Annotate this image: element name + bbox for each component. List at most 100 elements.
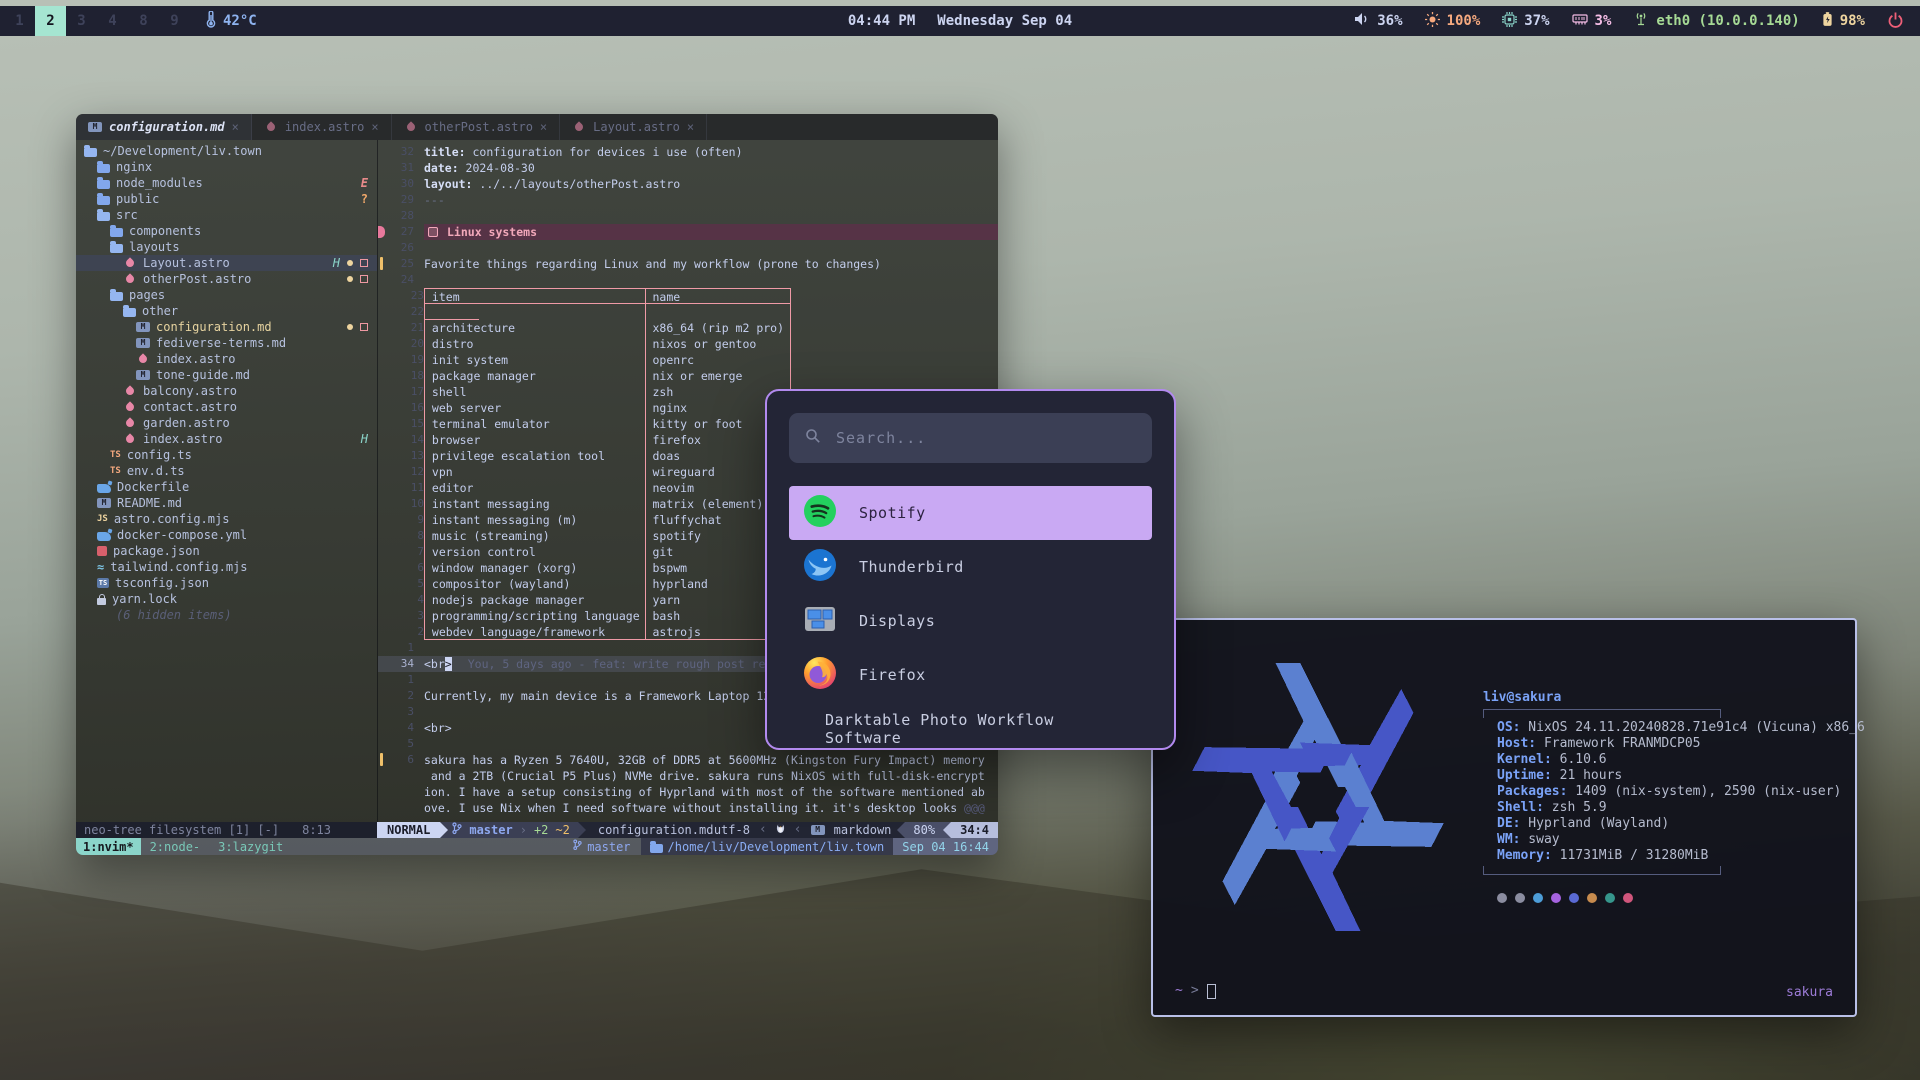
encoding: utf-8 [714,822,750,838]
launcher-item[interactable]: Thunderbird [789,540,1152,594]
close-icon[interactable]: × [232,119,239,135]
folder-icon [110,228,123,237]
launcher-item[interactable]: Darktable Photo Workflow Software [789,702,1152,750]
launcher-item-label: Displays [859,612,935,630]
workspace-button[interactable]: 1 [4,6,35,36]
tree-item[interactable]: TStsconfig.json [76,575,377,591]
tree-item[interactable]: layouts [76,239,377,255]
close-icon[interactable]: × [371,119,378,135]
gutter-sign [388,304,398,320]
badge-sq [360,275,368,283]
frontmatter-value: 2024-08-30 [459,161,535,175]
line-number: 7 [398,544,424,560]
tree-item-name: layouts [129,239,180,255]
tree-item[interactable]: yarn.lock [76,591,377,607]
launcher-search[interactable] [789,413,1152,463]
editor-tab[interactable]: Mconfiguration.md× [76,114,252,140]
tree-item[interactable]: ~/Development/liv.town [76,143,377,159]
tree-item[interactable]: garden.astro [76,415,377,431]
text-cursor: > [445,657,452,671]
astro-file-icon [124,385,135,396]
tree-item[interactable]: Dockerfile [76,479,377,495]
close-icon[interactable]: × [687,119,694,135]
tree-item[interactable]: index.astroH [76,431,377,447]
fetch-info-label: Host: [1497,736,1536,751]
clock[interactable]: 04:44 PM Wednesday Sep 04 [848,13,1072,29]
tree-item[interactable]: otherPost.astro [76,271,377,287]
workspace-button[interactable]: 9 [159,6,190,36]
close-icon[interactable]: × [540,119,547,135]
temperature-module[interactable]: 42°C [206,11,257,32]
memory-module[interactable]: 3% [1572,13,1612,30]
git-blame-annotation: You, 5 days ago - feat: write rough post… [468,657,766,671]
workspace-button[interactable]: 4 [97,6,128,36]
tree-item[interactable]: nginx [76,159,377,175]
terminal-fetch-window[interactable]: liv@sakura OS: NixOS 24.11.20240828.71e9… [1151,618,1857,1017]
table-cell-name: nixos or gentoo [646,336,791,352]
tree-item[interactable]: src [76,207,377,223]
tree-item[interactable]: MREADME.md [76,495,377,511]
tree-item-badges: E [361,175,368,191]
neo-tree-panel[interactable]: ~/Development/liv.townnginxnode_modulesE… [76,140,377,822]
tree-item[interactable]: Mtone-guide.md [76,367,377,383]
power-button[interactable] [1887,11,1904,32]
table-cell-item: shell [424,384,646,400]
tree-item[interactable]: contact.astro [76,399,377,415]
app-launcher[interactable]: SpotifyThunderbird Displays FirefoxDarktab… [765,389,1176,750]
battery-module[interactable]: 98% [1822,11,1865,31]
fetch-info-label: WM: [1497,832,1520,847]
fetch-info-value: zsh 5.9 [1544,800,1607,815]
editor-tab[interactable]: otherPost.astro × [392,114,561,140]
tree-item-name: docker-compose.yml [117,527,247,543]
tmux-window-lazygit[interactable]: 3:lazygit [209,839,292,855]
tree-item[interactable]: Layout.astroH [76,255,377,271]
editor-line: ion. I have a setup consisting of Hyprla… [378,784,998,800]
tree-item[interactable]: balcony.astro [76,383,377,399]
workspace-button-active[interactable]: 2 [35,6,66,36]
tree-item-name: public [116,191,159,207]
tree-item-name: tone-guide.md [156,367,250,383]
tmux-window-nvim[interactable]: 1:nvim* [76,838,141,855]
tree-item[interactable]: Mfediverse-terms.md [76,335,377,351]
gutter-sign [388,352,398,368]
terminal-cursor [1207,984,1216,999]
tree-item[interactable]: components [76,223,377,239]
tree-item[interactable]: ≈tailwind.config.mjs [76,559,377,575]
os-penguin-icon [776,822,785,838]
tree-item[interactable]: package.json [76,543,377,559]
shell-prompt[interactable]: ~ > [1175,983,1216,999]
tmux-window-node[interactable]: 2:node- [141,839,210,855]
workspace-button[interactable]: 3 [66,6,97,36]
line-number: 29 [388,192,414,208]
cpu-module[interactable]: 37% [1502,12,1549,31]
network-module[interactable]: eth0 (10.0.0.140) [1633,12,1799,30]
tree-item-name: other [142,303,178,319]
tab-label: otherPost.astro [425,119,533,135]
tree-item[interactable]: Mconfiguration.md [76,319,377,335]
tree-item[interactable]: JSastro.config.mjs [76,511,377,527]
tree-item[interactable]: TSconfig.ts [76,447,377,463]
separator: ‹ [759,822,767,838]
fetch-info-value: sway [1520,832,1559,847]
launcher-item[interactable]: Displays [789,594,1152,648]
tree-item[interactable]: index.astro [76,351,377,367]
tree-item[interactable]: TSenv.d.ts [76,463,377,479]
fetch-info-label: OS: [1497,720,1520,735]
search-input[interactable] [834,428,1136,448]
volume-module[interactable]: 36% [1354,12,1402,30]
tree-item[interactable]: node_modulesE [76,175,377,191]
network-value: eth0 (10.0.0.140) [1656,13,1799,29]
tree-item[interactable]: docker-compose.yml [76,527,377,543]
tree-item[interactable]: other [76,303,377,319]
launcher-item[interactable]: Firefox [789,648,1152,702]
brightness-module[interactable]: 100% [1425,12,1481,31]
line-number: 13 [398,448,424,464]
tree-item[interactable]: public? [76,191,377,207]
workspace-button[interactable]: 8 [128,6,159,36]
text-line: Favorite things regarding Linux and my w… [414,256,881,272]
tree-item[interactable]: (6 hidden items) [76,607,377,623]
launcher-item[interactable]: Spotify [789,486,1152,540]
editor-tab[interactable]: Layout.astro× [560,114,707,140]
tree-item[interactable]: pages [76,287,377,303]
editor-tab[interactable]: index.astro× [252,114,392,140]
